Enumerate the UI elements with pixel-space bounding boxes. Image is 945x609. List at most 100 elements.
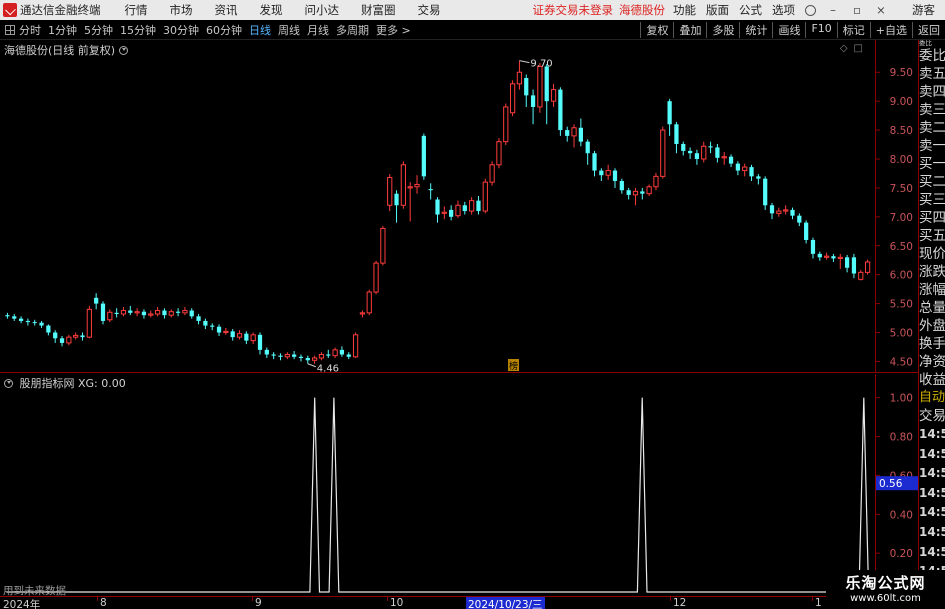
period-15min[interactable]: 15分钟 (120, 22, 156, 38)
candle[interactable] (168, 309, 174, 318)
menu-item-market-quotes[interactable]: 行情 (125, 2, 148, 18)
candle[interactable] (749, 164, 754, 181)
candle[interactable] (694, 149, 700, 165)
candlestick-chart[interactable]: 9.50 9.00 8.50 8.00 7.50 7.00 6.50 6.00 5.50 5.00… (0, 40, 918, 375)
candle[interactable] (66, 334, 72, 346)
candle[interactable] (182, 307, 188, 316)
candle[interactable] (735, 161, 740, 176)
period-more[interactable]: 更多 > (376, 22, 411, 38)
candle[interactable] (640, 187, 645, 200)
adjust-button[interactable]: 复权 (640, 21, 673, 38)
candle[interactable] (154, 307, 161, 317)
menu-formula[interactable]: 公式 (739, 2, 762, 18)
candle[interactable] (380, 226, 386, 266)
candle[interactable] (421, 133, 426, 180)
candle[interactable] (858, 270, 864, 281)
candle[interactable] (619, 178, 624, 194)
candle[interactable] (12, 314, 17, 321)
candle[interactable] (503, 103, 509, 146)
candle[interactable] (530, 89, 536, 125)
candle[interactable] (509, 80, 516, 117)
period-multi[interactable]: 多周期 (336, 22, 369, 38)
candle[interactable] (550, 83, 557, 107)
trade-label[interactable]: 交易 (919, 407, 945, 425)
period-30min[interactable]: 30分钟 (163, 22, 199, 38)
candle[interactable] (414, 175, 420, 194)
candle[interactable] (305, 355, 310, 364)
menu-options[interactable]: 选项 (772, 2, 795, 18)
candle[interactable] (646, 184, 652, 197)
candle[interactable] (162, 308, 167, 319)
candle[interactable] (831, 253, 836, 262)
candle[interactable] (86, 305, 92, 339)
menu-item-wealth[interactable]: 财富圈 (361, 2, 396, 18)
candle[interactable] (674, 121, 679, 154)
candle[interactable] (407, 182, 413, 222)
candle[interactable] (462, 201, 467, 215)
candle[interactable] (326, 349, 331, 358)
candle[interactable] (708, 141, 713, 154)
candle[interactable] (271, 352, 276, 360)
period-intraday[interactable]: 分时 (19, 22, 41, 38)
menu-item-discover[interactable]: 发现 (260, 2, 283, 18)
layout-grid-icon[interactable] (5, 24, 15, 35)
candle[interactable] (599, 168, 604, 181)
candle[interactable] (715, 143, 720, 163)
candlestick-panel[interactable]: 9.50 9.00 8.50 8.00 7.50 7.00 6.50 6.00 5.50 5.00… (0, 40, 918, 375)
candle[interactable] (120, 307, 127, 317)
candle[interactable] (59, 335, 65, 347)
settings-dropdown-icon[interactable] (118, 46, 128, 55)
period-5min[interactable]: 5分钟 (84, 22, 113, 38)
candle[interactable] (230, 329, 235, 341)
candle[interactable] (469, 197, 475, 215)
candle[interactable] (366, 289, 372, 316)
candle[interactable] (844, 255, 850, 273)
candle[interactable] (264, 347, 269, 358)
candle[interactable] (482, 178, 488, 214)
close-icon[interactable]: × (874, 3, 888, 17)
candle[interactable] (100, 301, 106, 325)
candle[interactable] (516, 60, 523, 90)
candle[interactable] (592, 150, 597, 177)
stats-button[interactable]: 统计 (739, 21, 772, 38)
candle[interactable] (134, 308, 140, 317)
overlay-button[interactable]: 叠加 (673, 21, 706, 38)
candle[interactable] (141, 309, 147, 319)
candle[interactable] (107, 309, 113, 323)
candle[interactable] (298, 354, 304, 362)
menu-item-trade[interactable]: 交易 (418, 2, 441, 18)
candle[interactable] (80, 332, 85, 341)
candle[interactable] (653, 172, 659, 191)
candle[interactable] (721, 152, 727, 165)
candle[interactable] (39, 320, 44, 328)
f10-button[interactable]: F10 (805, 21, 836, 38)
period-60min[interactable]: 60分钟 (206, 22, 242, 38)
candle[interactable] (810, 237, 816, 259)
candle[interactable] (571, 124, 577, 148)
draw-line-button[interactable]: 画线 (772, 21, 805, 38)
candle[interactable] (681, 141, 686, 156)
candle[interactable] (585, 139, 590, 165)
candle[interactable] (558, 87, 563, 136)
indicator-chart[interactable]: 1.000.800.600.400.200.56 (0, 374, 918, 596)
candle[interactable] (128, 305, 133, 316)
candle[interactable] (46, 324, 51, 336)
candle[interactable] (824, 252, 830, 260)
candle[interactable] (236, 330, 243, 340)
candle[interactable] (359, 310, 366, 318)
auto-label[interactable]: 自动 (919, 389, 945, 407)
multi-stock-button[interactable]: 多股 (706, 21, 739, 38)
menu-item-market[interactable]: 市场 (170, 2, 193, 18)
candle[interactable] (339, 346, 345, 357)
indicator-panel[interactable]: 1.000.800.600.400.200.56 股朋指标网 XG: 0.00 (0, 374, 918, 596)
candle[interactable] (496, 138, 502, 169)
minimize-icon[interactable]: – (826, 3, 840, 17)
candle[interactable] (244, 331, 249, 345)
menu-item-news[interactable]: 资讯 (215, 2, 238, 18)
candle[interactable] (73, 332, 79, 340)
menu-function[interactable]: 功能 (673, 2, 696, 18)
candle[interactable] (769, 202, 775, 220)
candle[interactable] (783, 205, 789, 215)
candle[interactable] (626, 187, 631, 200)
candle[interactable] (292, 351, 297, 360)
